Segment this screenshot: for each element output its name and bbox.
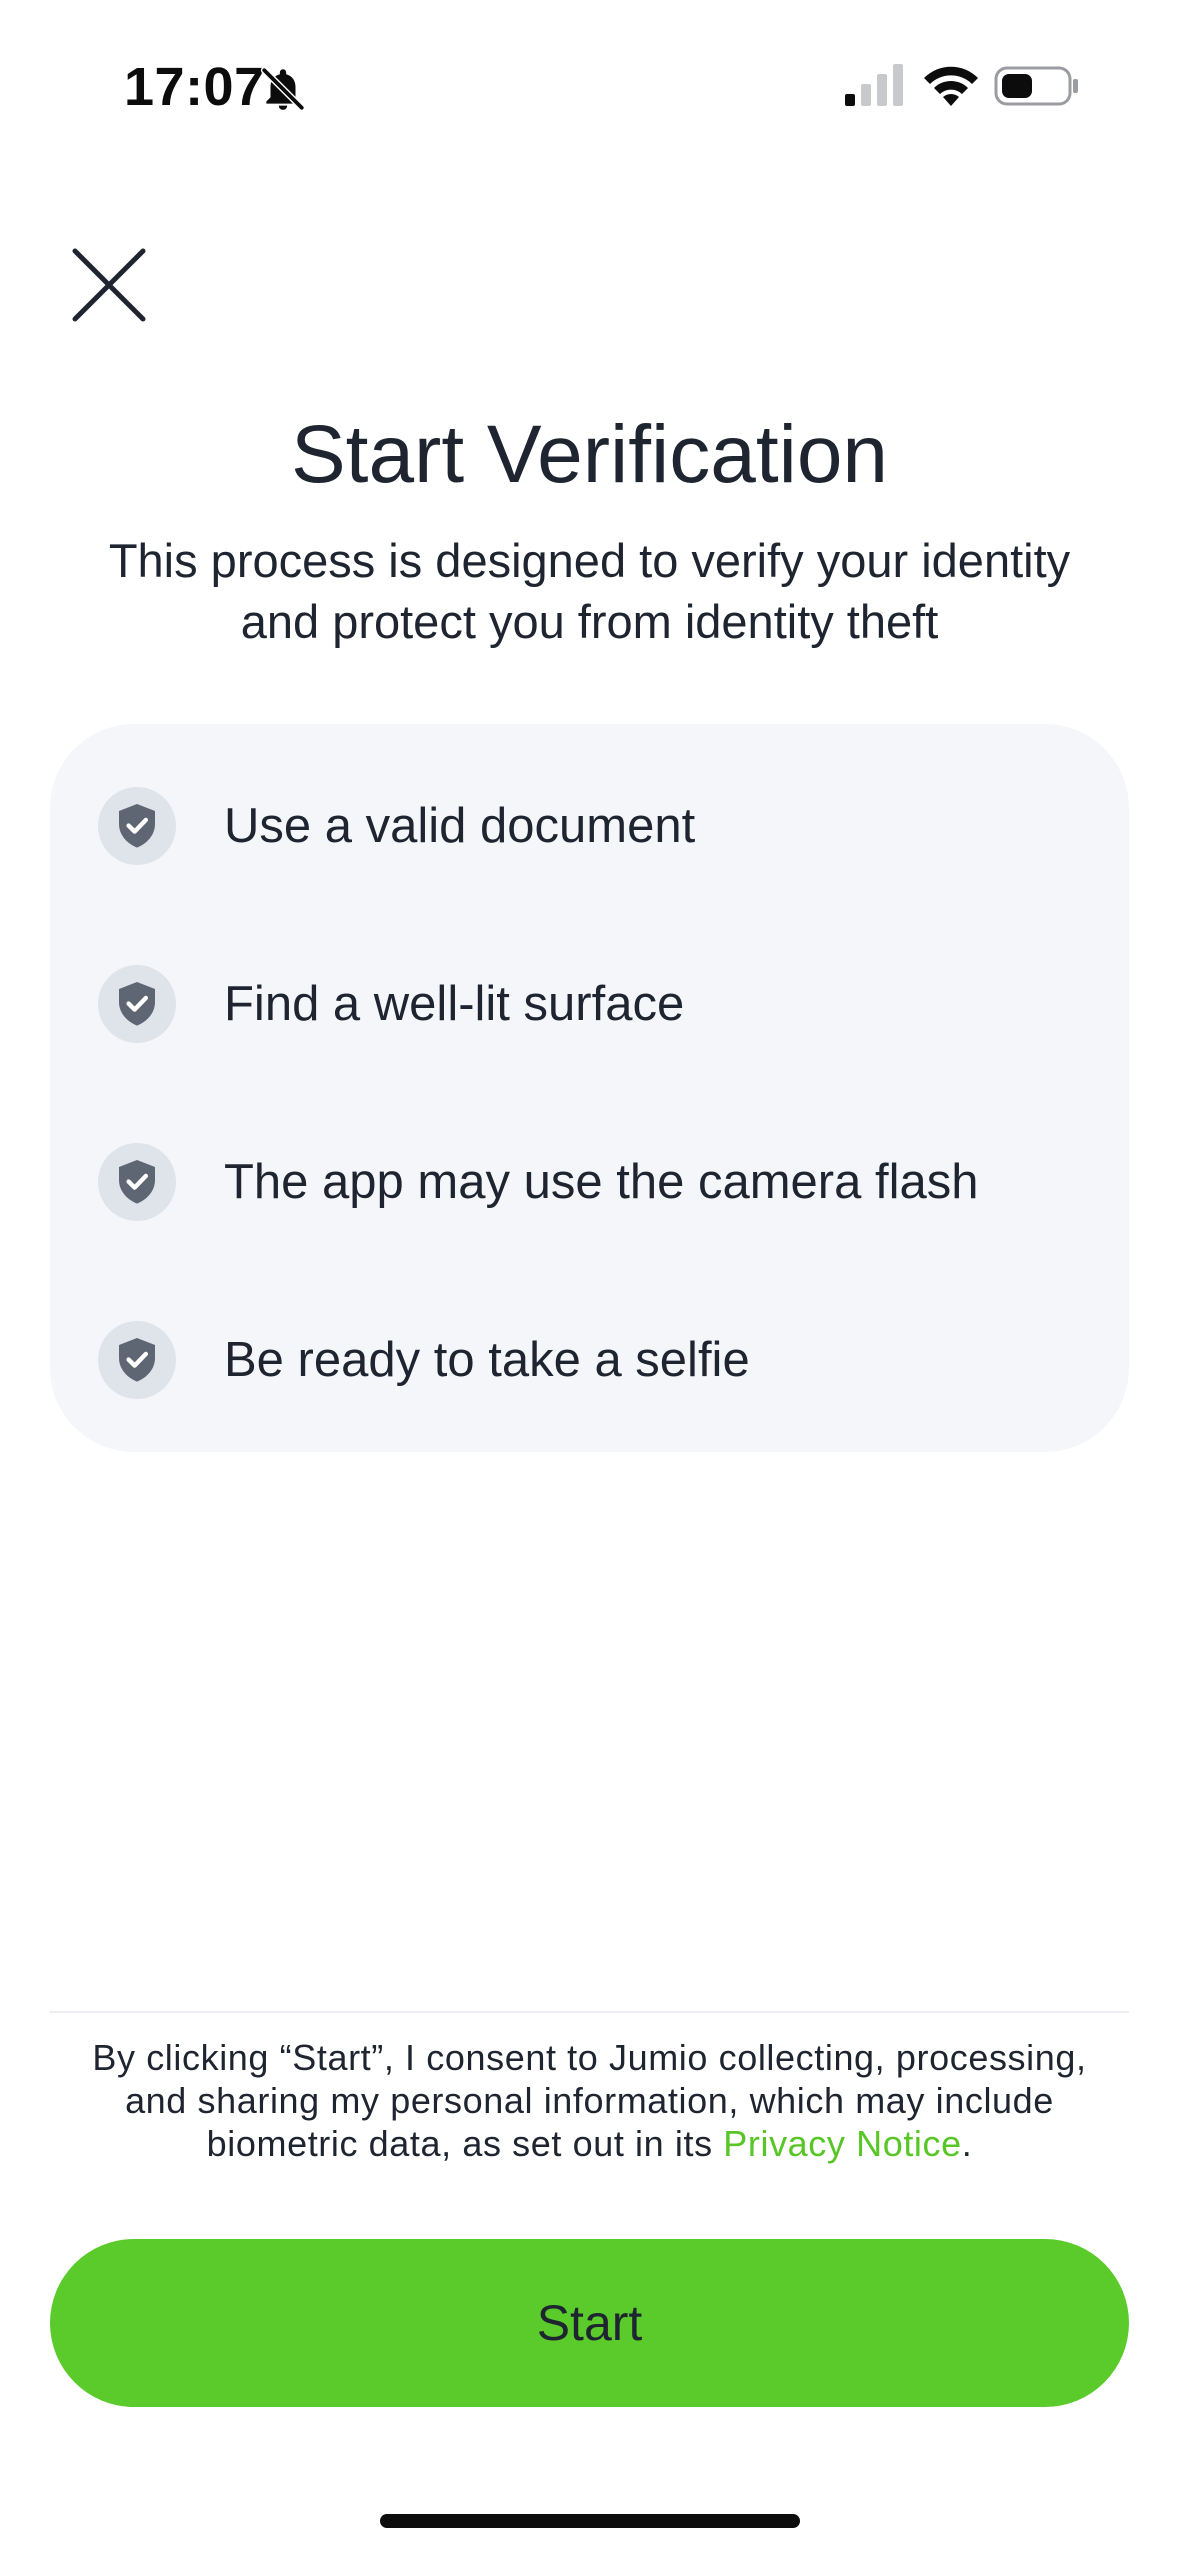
status-time: 17:07 (124, 57, 265, 117)
page-title: Start Verification (290, 409, 889, 500)
checklist-item-label: Use a valid document (224, 799, 696, 853)
checklist-item-label: Be ready to take a selfie (224, 1333, 750, 1387)
shield-check-icon (98, 1143, 176, 1221)
checklist-item: Be ready to take a selfie (98, 1320, 750, 1400)
wifi-icon (924, 66, 978, 106)
close-icon (72, 248, 146, 322)
cellular-signal-icon (845, 64, 903, 106)
shield-check-icon (98, 1321, 176, 1399)
checklist-card: Use a valid document Find a well-lit sur… (50, 724, 1129, 1452)
bell-slash-icon (260, 66, 306, 112)
start-button[interactable]: Start (50, 2239, 1129, 2407)
shield-check-icon (98, 787, 176, 865)
checklist-item: Find a well-lit surface (98, 964, 684, 1044)
footer-divider (50, 2011, 1129, 2013)
consent-text: By clicking “Start”, I consent to Jumio … (60, 2036, 1119, 2165)
privacy-notice-link[interactable]: Privacy Notice (723, 2123, 961, 2164)
checklist-item: Use a valid document (98, 786, 695, 866)
consent-end: . (961, 2123, 973, 2164)
close-button[interactable] (54, 230, 164, 340)
checklist-item: The app may use the camera flash (98, 1142, 978, 1222)
battery-icon (994, 66, 1078, 106)
home-indicator[interactable] (380, 2514, 800, 2528)
page-subtitle: This process is designed to verify your … (108, 534, 1071, 648)
checklist-item-label: The app may use the camera flash (224, 1155, 979, 1209)
shield-check-icon (98, 965, 176, 1043)
status-bar: 17:07 (0, 0, 1179, 170)
checklist-item-label: Find a well-lit surface (224, 977, 685, 1031)
